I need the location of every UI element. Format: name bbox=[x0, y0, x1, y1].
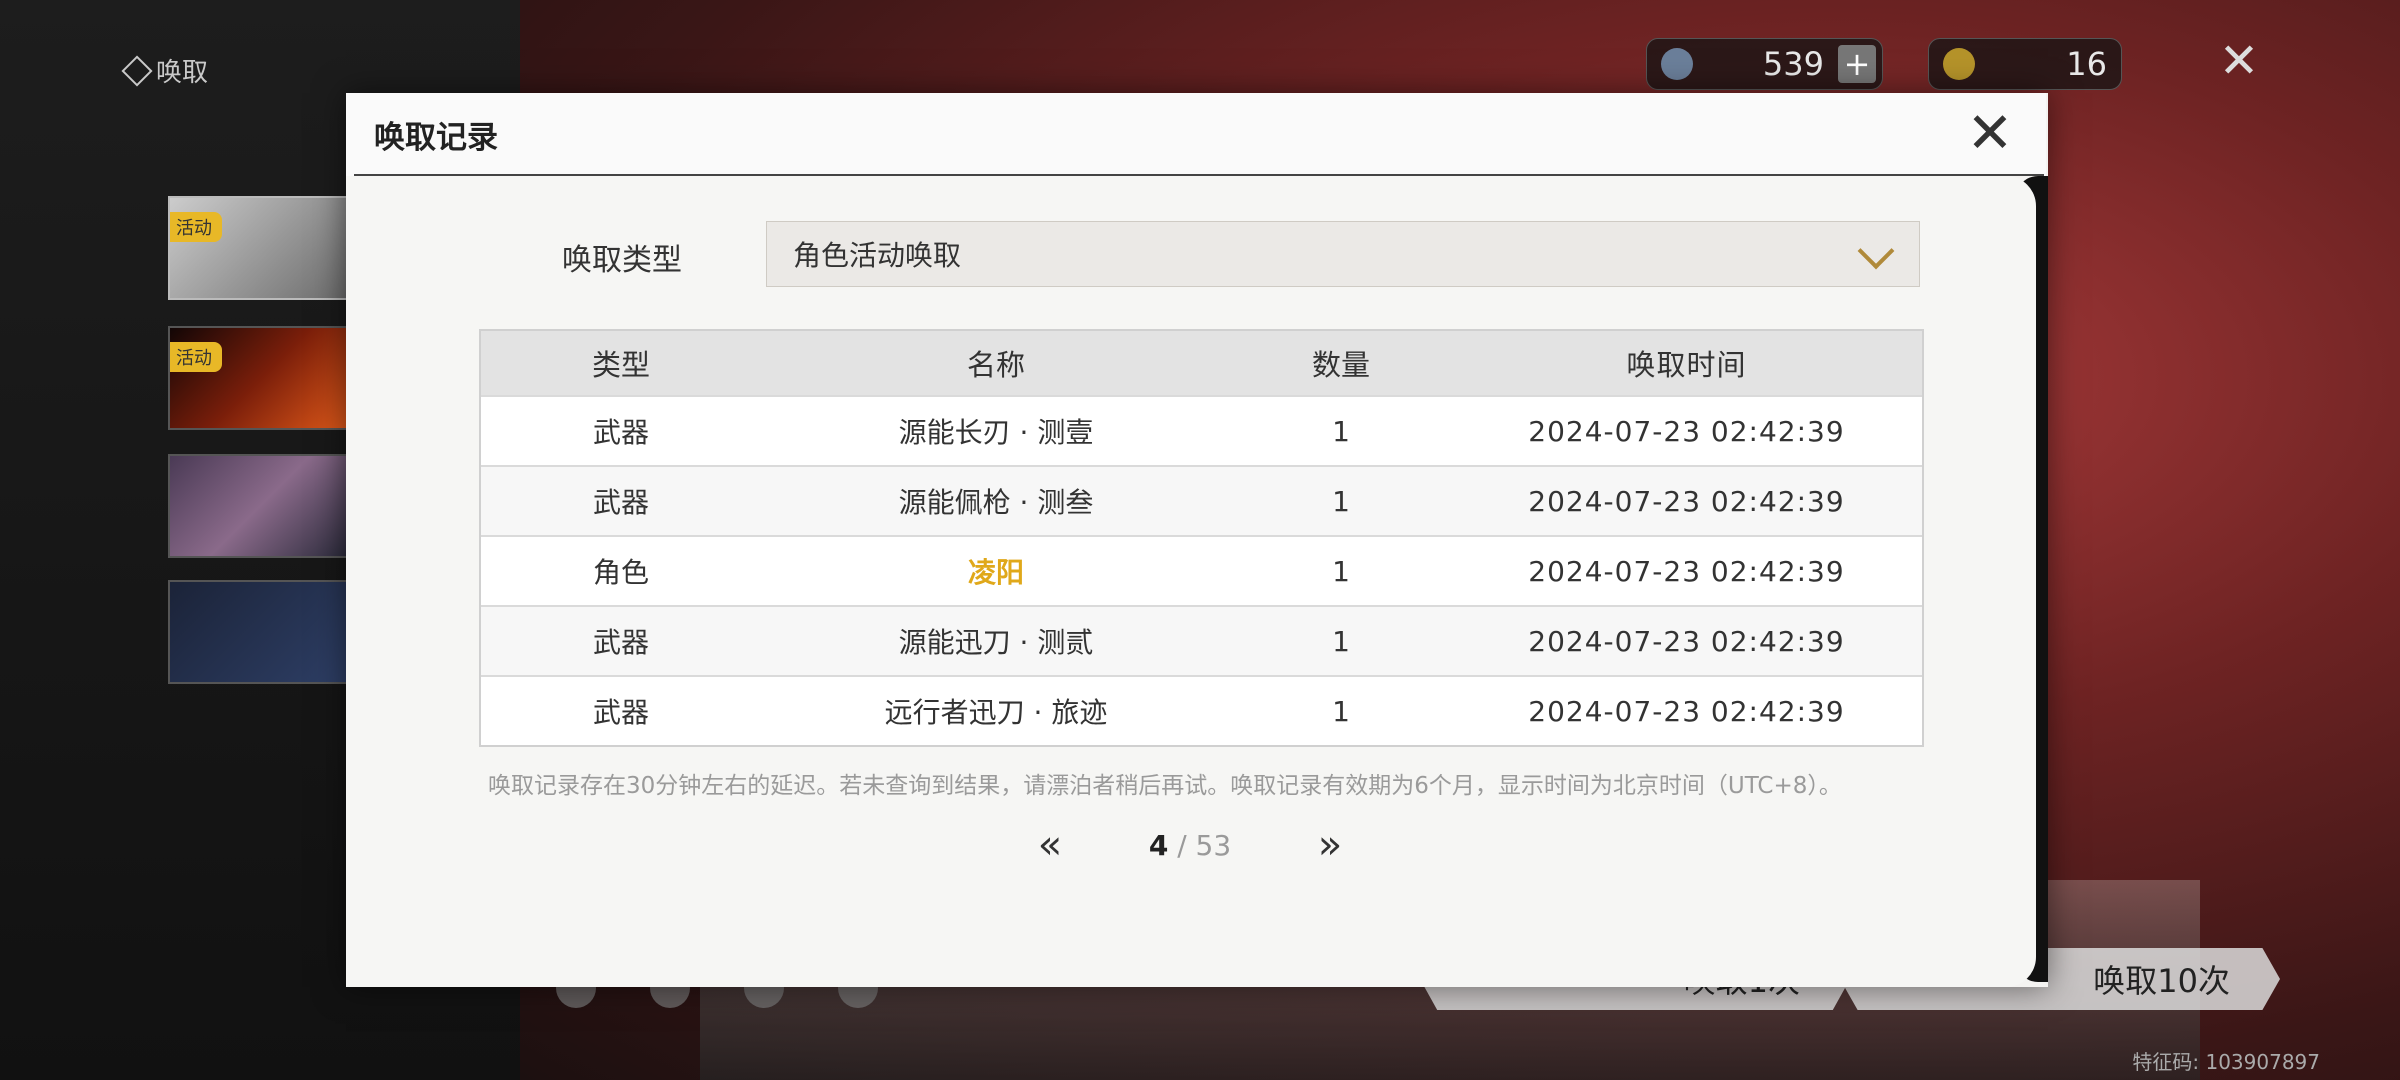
prev-page-button[interactable]: « bbox=[1020, 822, 1080, 868]
cell-qty: 1 bbox=[1332, 554, 1350, 588]
cell-type: 武器 bbox=[592, 626, 649, 659]
cell-qty: 1 bbox=[1332, 694, 1350, 728]
history-note: 唤取记录存在30分钟左右的延迟。若未查询到结果，请漂泊者稍后再试。唤取记录有效期… bbox=[488, 773, 1842, 799]
banner-tab-4[interactable] bbox=[168, 580, 352, 684]
page-separator: / bbox=[1168, 828, 1196, 862]
astrite-counter: 539 + bbox=[1646, 38, 1883, 90]
divider bbox=[354, 174, 2044, 176]
close-icon[interactable]: ✕ bbox=[2214, 36, 2264, 86]
character-id: 特征码: 103907897 bbox=[2132, 1050, 2320, 1074]
current-page: 4 bbox=[1148, 828, 1169, 862]
lustrous-tide-value: 16 bbox=[2066, 45, 2107, 83]
cell-name: 源能迅刀 · 测贰 bbox=[898, 626, 1094, 659]
modal-header bbox=[346, 93, 2046, 176]
astrite-value: 539 bbox=[1762, 45, 1824, 83]
column-header: 唤取时间 bbox=[1626, 348, 1747, 382]
add-currency-button[interactable]: + bbox=[1838, 45, 1876, 83]
close-icon[interactable]: ✕ bbox=[1960, 104, 2020, 164]
banner-tab-1[interactable]: 活动 bbox=[168, 196, 352, 300]
convene-icon bbox=[121, 54, 153, 87]
banner-tab-3[interactable] bbox=[168, 454, 352, 558]
column-header: 数量 bbox=[1311, 348, 1370, 382]
cell-qty: 1 bbox=[1332, 414, 1350, 448]
cell-type: 武器 bbox=[592, 416, 649, 449]
chevron-down-icon bbox=[1857, 232, 1895, 270]
page-title-text: 唤取 bbox=[156, 58, 209, 88]
total-pages: 53 bbox=[1195, 828, 1232, 862]
cell-time: 2024-07-23 02:42:39 bbox=[1528, 694, 1845, 728]
column-header: 名称 bbox=[966, 348, 1025, 382]
page-title: 唤取 bbox=[121, 52, 209, 89]
table-row: 武器 源能迅刀 · 测贰 1 2024-07-23 02:42:39 bbox=[481, 605, 1922, 675]
astrite-icon bbox=[1661, 48, 1693, 80]
lustrous-tide-counter: 16 bbox=[1928, 38, 2122, 90]
cell-type: 武器 bbox=[592, 486, 649, 519]
lustrous-tide-icon bbox=[1943, 48, 1975, 80]
cell-name: 远行者迅刀 · 旅迹 bbox=[884, 696, 1108, 729]
cell-time: 2024-07-23 02:42:39 bbox=[1528, 414, 1845, 448]
table-header: 类型 名称 数量 唤取时间 bbox=[481, 331, 1922, 395]
banner-tab-2[interactable]: 活动 bbox=[168, 326, 352, 430]
cell-qty: 1 bbox=[1332, 484, 1350, 518]
table-row: 武器 源能佩枪 · 测叁 1 2024-07-23 02:42:39 bbox=[481, 465, 1922, 535]
cell-name: 源能长刃 · 测壹 bbox=[898, 416, 1094, 449]
convene-type-label: 唤取类型 bbox=[562, 243, 682, 278]
convene-type-select[interactable]: 角色活动唤取 bbox=[766, 221, 1920, 287]
column-header: 类型 bbox=[591, 348, 650, 382]
cell-type: 角色 bbox=[592, 556, 649, 589]
cell-name: 源能佩枪 · 测叁 bbox=[898, 486, 1094, 519]
cell-time: 2024-07-23 02:42:39 bbox=[1528, 624, 1845, 658]
pagination: « 4 / 53 » bbox=[1020, 822, 1360, 868]
event-tag: 活动 bbox=[170, 212, 222, 242]
history-table: 类型 名称 数量 唤取时间 武器 源能长刃 · 测壹 1 2024-07-23 … bbox=[479, 329, 1924, 747]
convene-type-value: 角色活动唤取 bbox=[793, 239, 962, 272]
event-tag: 活动 bbox=[170, 342, 222, 372]
cell-type: 武器 bbox=[592, 696, 649, 729]
cell-time: 2024-07-23 02:42:39 bbox=[1528, 554, 1845, 588]
modal-title: 唤取记录 bbox=[374, 120, 498, 156]
table-row: 角色 凌阳 1 2024-07-23 02:42:39 bbox=[481, 535, 1922, 605]
table-row: 武器 远行者迅刀 · 旅迹 1 2024-07-23 02:42:39 bbox=[481, 675, 1922, 745]
cell-qty: 1 bbox=[1332, 624, 1350, 658]
next-page-button[interactable]: » bbox=[1300, 822, 1360, 868]
table-row: 武器 源能长刃 · 测壹 1 2024-07-23 02:42:39 bbox=[481, 395, 1922, 465]
page-indicator: 4 / 53 bbox=[1080, 829, 1300, 862]
cell-name: 凌阳 bbox=[967, 556, 1024, 589]
cell-time: 2024-07-23 02:42:39 bbox=[1528, 484, 1845, 518]
